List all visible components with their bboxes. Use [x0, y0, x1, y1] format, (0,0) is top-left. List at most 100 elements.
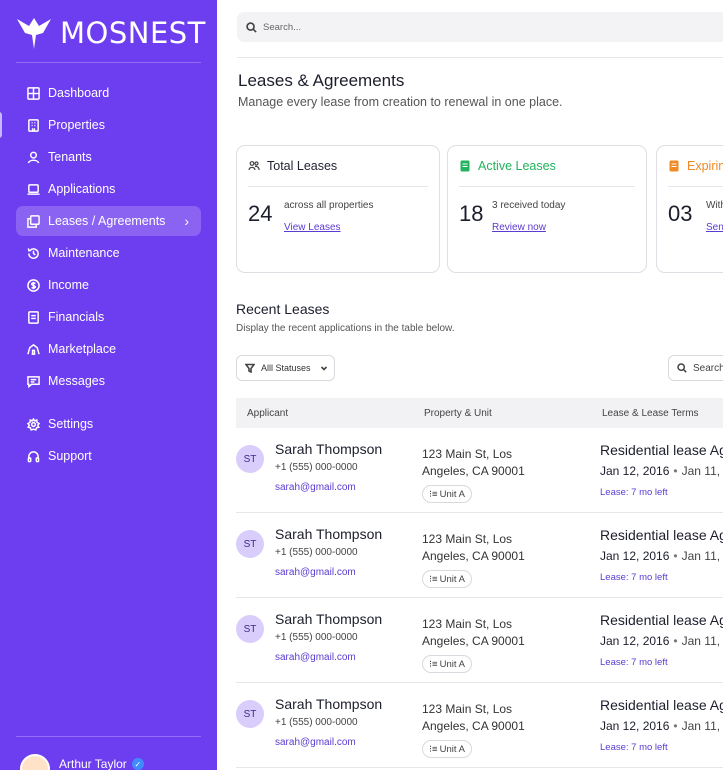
sidebar-item-label: Applications: [48, 182, 116, 196]
property-address: 123 Main St, Los Angeles, CA 90001: [422, 532, 525, 563]
user-profile[interactable]: Arthur Taylor ✓: [20, 754, 144, 770]
grid-icon: [26, 86, 40, 100]
lease-dates: Jan 12, 2016•Jan 11, 2: [600, 464, 723, 478]
send-link[interactable]: Sen: [706, 222, 723, 233]
sidebar-item-support[interactable]: Support: [16, 441, 201, 471]
card-title: Expiring: [687, 159, 723, 173]
lease-remaining: Lease: 7 mo left: [600, 487, 668, 498]
sidebar-item-maintenance[interactable]: Maintenance: [16, 238, 201, 268]
filter-icon: [245, 363, 255, 373]
lease-dates: Jan 12, 2016•Jan 11, 2: [600, 719, 723, 733]
sidebar-item-label: Messages: [48, 374, 105, 388]
column-header-property[interactable]: Property & Unit: [424, 408, 492, 419]
status-filter-dropdown[interactable]: Alll Statuses: [236, 355, 335, 381]
table-row[interactable]: ST Sarah Thompson +1 (555) 000-0000 sara…: [236, 598, 723, 683]
card-divider: [668, 186, 723, 187]
applicant-phone: +1 (555) 000-0000: [275, 547, 358, 558]
section-subtitle: Display the recent applications in the t…: [236, 323, 455, 334]
header-divider: [237, 57, 723, 58]
sidebar-item-tenants[interactable]: Tenants: [16, 142, 201, 172]
table-row[interactable]: ST Sarah Thompson +1 (555) 000-0000 sara…: [236, 683, 723, 768]
separator-dot: •: [673, 464, 678, 478]
table-search-label: Search: [693, 362, 723, 374]
chevron-down-icon: [320, 366, 327, 371]
sidebar-divider-bottom: [16, 736, 201, 737]
avatar: ST: [236, 700, 264, 728]
unit-badge: ⁝≡ Unit A: [422, 655, 472, 673]
column-header-lease[interactable]: Lease & Lease Terms: [602, 408, 699, 419]
table-search-input[interactable]: Search: [668, 355, 723, 381]
sidebar-item-income[interactable]: Income: [16, 270, 201, 300]
review-now-link[interactable]: Review now: [492, 222, 546, 233]
column-header-applicant[interactable]: Applicant: [247, 408, 288, 419]
sidebar-item-properties[interactable]: Properties: [16, 110, 201, 140]
sidebar-divider: [16, 62, 201, 63]
lease-remaining: Lease: 7 mo left: [600, 572, 668, 583]
card-description: 3 received today: [492, 200, 566, 211]
lease-type: Residential lease Ag: [600, 442, 723, 458]
table-header: Applicant Property & Unit Lease & Lease …: [236, 398, 723, 428]
card-count: 03: [668, 201, 693, 226]
message-icon: [26, 374, 40, 388]
sidebar-item-financials[interactable]: Financials: [16, 302, 201, 332]
applicant-email[interactable]: sarah@gmail.com: [275, 482, 356, 493]
separator-dot: •: [673, 549, 678, 563]
user-name: Arthur Taylor: [59, 757, 127, 770]
lease-type: Residential lease Ag: [600, 612, 723, 628]
sidebar-item-applications[interactable]: Applications: [16, 174, 201, 204]
sidebar-item-settings[interactable]: Settings: [16, 409, 201, 439]
history-icon: [26, 246, 40, 260]
sidebar-item-label: Support: [48, 449, 92, 463]
sidebar-item-label: Dashboard: [48, 86, 110, 100]
unit-label: Unit A: [439, 573, 465, 585]
applicant-phone: +1 (555) 000-0000: [275, 717, 358, 728]
card-header: Total Leases: [248, 159, 337, 173]
page-subtitle: Manage every lease from creation to rene…: [238, 95, 563, 109]
verified-badge-icon: ✓: [131, 758, 144, 770]
unit-label: Unit A: [439, 743, 465, 755]
global-search-input[interactable]: Search...: [237, 12, 723, 42]
lease-dates: Jan 12, 2016•Jan 11, 2: [600, 549, 723, 563]
document-icon: [460, 160, 470, 172]
table-row[interactable]: ST Sarah Thompson +1 (555) 000-0000 sara…: [236, 428, 723, 513]
sidebar-item-marketplace[interactable]: Marketplace: [16, 334, 201, 364]
store-icon: [26, 342, 40, 356]
applicant-name: Sarah Thompson: [275, 611, 383, 627]
table-row[interactable]: ST Sarah Thompson +1 (555) 000-0000 sara…: [236, 513, 723, 598]
lease-remaining: Lease: 7 mo left: [600, 742, 668, 753]
sidebar-item-messages[interactable]: Messages: [16, 366, 201, 396]
unit-badge: ⁝≡ Unit A: [422, 570, 472, 588]
ledger-icon: [26, 310, 40, 324]
lease-dates: Jan 12, 2016•Jan 11, 2: [600, 634, 723, 648]
applicant-name: Sarah Thompson: [275, 441, 383, 457]
lease-end: Jan 11, 2: [681, 719, 723, 733]
brand-logo[interactable]: MOSNEST: [16, 16, 206, 50]
dollar-circle-icon: [26, 278, 40, 292]
applicant-email[interactable]: sarah@gmail.com: [275, 737, 356, 748]
lease-remaining: Lease: 7 mo left: [600, 657, 668, 668]
user-icon: [26, 150, 40, 164]
stat-card-expiring-leases: Expiring 03 With Sen: [656, 145, 723, 273]
laptop-icon: [26, 182, 40, 196]
card-description: With: [706, 200, 723, 211]
sidebar: MOSNEST Dashboard Properties Tenants App…: [0, 0, 217, 770]
page-title: Leases & Agreements: [238, 71, 405, 90]
applicant-name: Sarah Thompson: [275, 696, 383, 712]
lease-start: Jan 12, 2016: [600, 634, 670, 648]
applicant-email[interactable]: sarah@gmail.com: [275, 652, 356, 663]
applicant-email[interactable]: sarah@gmail.com: [275, 567, 356, 578]
bird-logo-icon: [17, 18, 51, 49]
lease-end: Jan 11, 2: [681, 464, 723, 478]
unit-badge: ⁝≡ Unit A: [422, 740, 472, 758]
sidebar-item-label: Marketplace: [48, 342, 117, 356]
search-icon: [677, 363, 687, 373]
sidebar-item-dashboard[interactable]: Dashboard: [16, 78, 201, 108]
card-title: Total Leases: [267, 159, 338, 173]
sidebar-item-leases[interactable]: Leases / Agreements ›: [16, 206, 201, 236]
separator-dot: •: [673, 719, 678, 733]
avatar: [20, 754, 50, 770]
unit-list-icon: ⁝≡: [429, 488, 438, 500]
sidebar-item-label: Leases / Agreements: [48, 214, 166, 228]
view-leases-link[interactable]: View Leases: [284, 222, 341, 233]
sidebar-nav: Dashboard Properties Tenants Application…: [16, 78, 201, 473]
